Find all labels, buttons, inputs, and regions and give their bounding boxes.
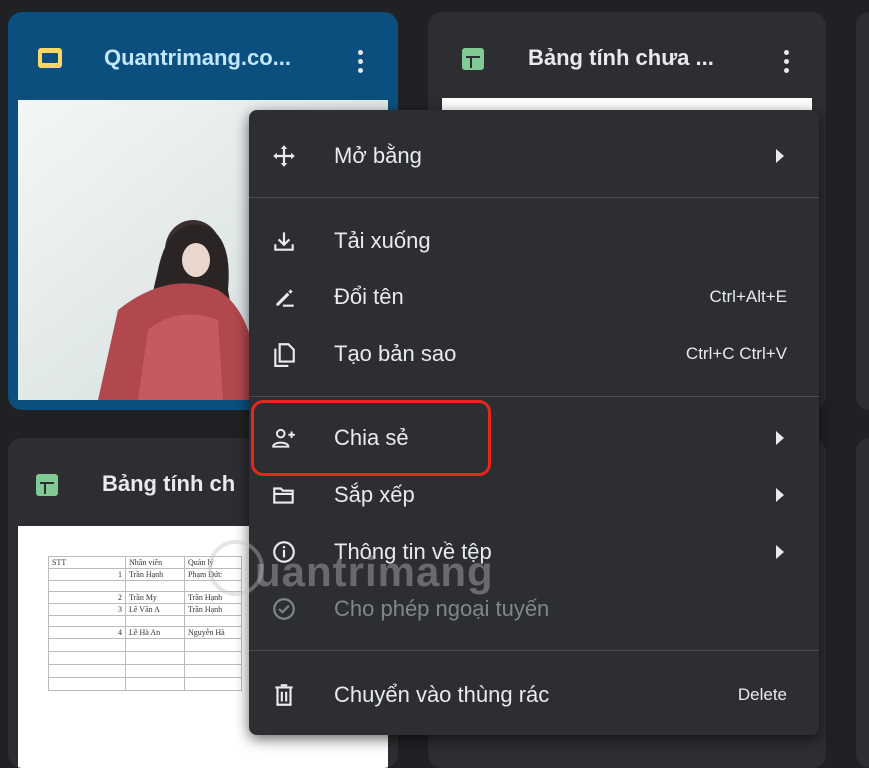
card-title: Bảng tính ch xyxy=(102,471,236,496)
table-row: 3 Lê Văn A Trần Hạnh xyxy=(48,603,242,616)
menu-item-label: Tạo bản sao xyxy=(334,341,457,366)
menu-item-label: Cho phép ngoại tuyến xyxy=(334,596,550,621)
share-highlight-box xyxy=(251,400,491,476)
file-card-partial[interactable] xyxy=(856,12,869,410)
download-icon xyxy=(271,228,297,254)
menu-shortcut: Ctrl+Alt+E xyxy=(709,287,787,306)
card-title: Bảng tính chưa ... xyxy=(528,45,714,70)
menu-item-open-with[interactable]: Mở bằng xyxy=(249,131,819,181)
submenu-arrow-icon xyxy=(776,431,784,445)
card-header: Bảng tính chưa ... xyxy=(428,12,826,97)
menu-item-make-copy[interactable]: Tạo bản sao Ctrl+C Ctrl+V xyxy=(249,329,819,379)
folder-open-icon xyxy=(271,482,297,508)
trash-icon xyxy=(271,682,297,708)
copy-icon xyxy=(271,341,297,367)
menu-item-label: Tải xuống xyxy=(334,228,431,253)
menu-item-label: Chuyển vào thùng rác xyxy=(334,682,550,707)
move-arrows-icon xyxy=(271,143,297,169)
card-title: Quantrimang.co... xyxy=(104,45,292,70)
submenu-arrow-icon xyxy=(776,488,784,502)
table-row: 4 Lê Hà An Nguyễn Hà xyxy=(48,626,242,639)
table-row: 2 Trần My Trần Hạnh xyxy=(48,591,242,604)
menu-divider xyxy=(249,650,819,651)
file-card-partial[interactable] xyxy=(856,438,869,768)
menu-shortcut: Ctrl+C Ctrl+V xyxy=(685,344,787,363)
offline-check-icon xyxy=(271,596,297,622)
menu-item-label: Sắp xếp xyxy=(334,482,415,507)
menu-item-move-to-trash[interactable]: Chuyển vào thùng rác Delete xyxy=(249,670,819,720)
menu-item-label: Đổi tên xyxy=(334,284,404,309)
more-options-icon[interactable] xyxy=(784,50,790,77)
table-header-cell: Nhân viên xyxy=(125,556,185,569)
watermark-text: uantrimang xyxy=(255,548,494,595)
submenu-arrow-icon xyxy=(776,545,784,559)
menu-shortcut: Delete xyxy=(737,685,787,704)
menu-item-label: Mở bằng xyxy=(334,143,422,168)
sheets-file-icon xyxy=(462,48,484,70)
menu-item-rename[interactable]: Đổi tên Ctrl+Alt+E xyxy=(249,272,819,322)
menu-divider xyxy=(249,396,819,397)
slides-file-icon xyxy=(38,48,62,68)
sheets-file-icon xyxy=(36,474,58,496)
pencil-edit-icon xyxy=(271,284,297,310)
menu-item-organize[interactable]: Sắp xếp xyxy=(249,470,819,520)
menu-divider xyxy=(249,197,819,198)
menu-item-download[interactable]: Tải xuống xyxy=(249,216,819,266)
card-header: Quantrimang.co... xyxy=(8,12,398,97)
table-header-cell: STT xyxy=(48,556,126,569)
submenu-arrow-icon xyxy=(776,149,784,163)
more-options-icon[interactable] xyxy=(358,50,364,77)
